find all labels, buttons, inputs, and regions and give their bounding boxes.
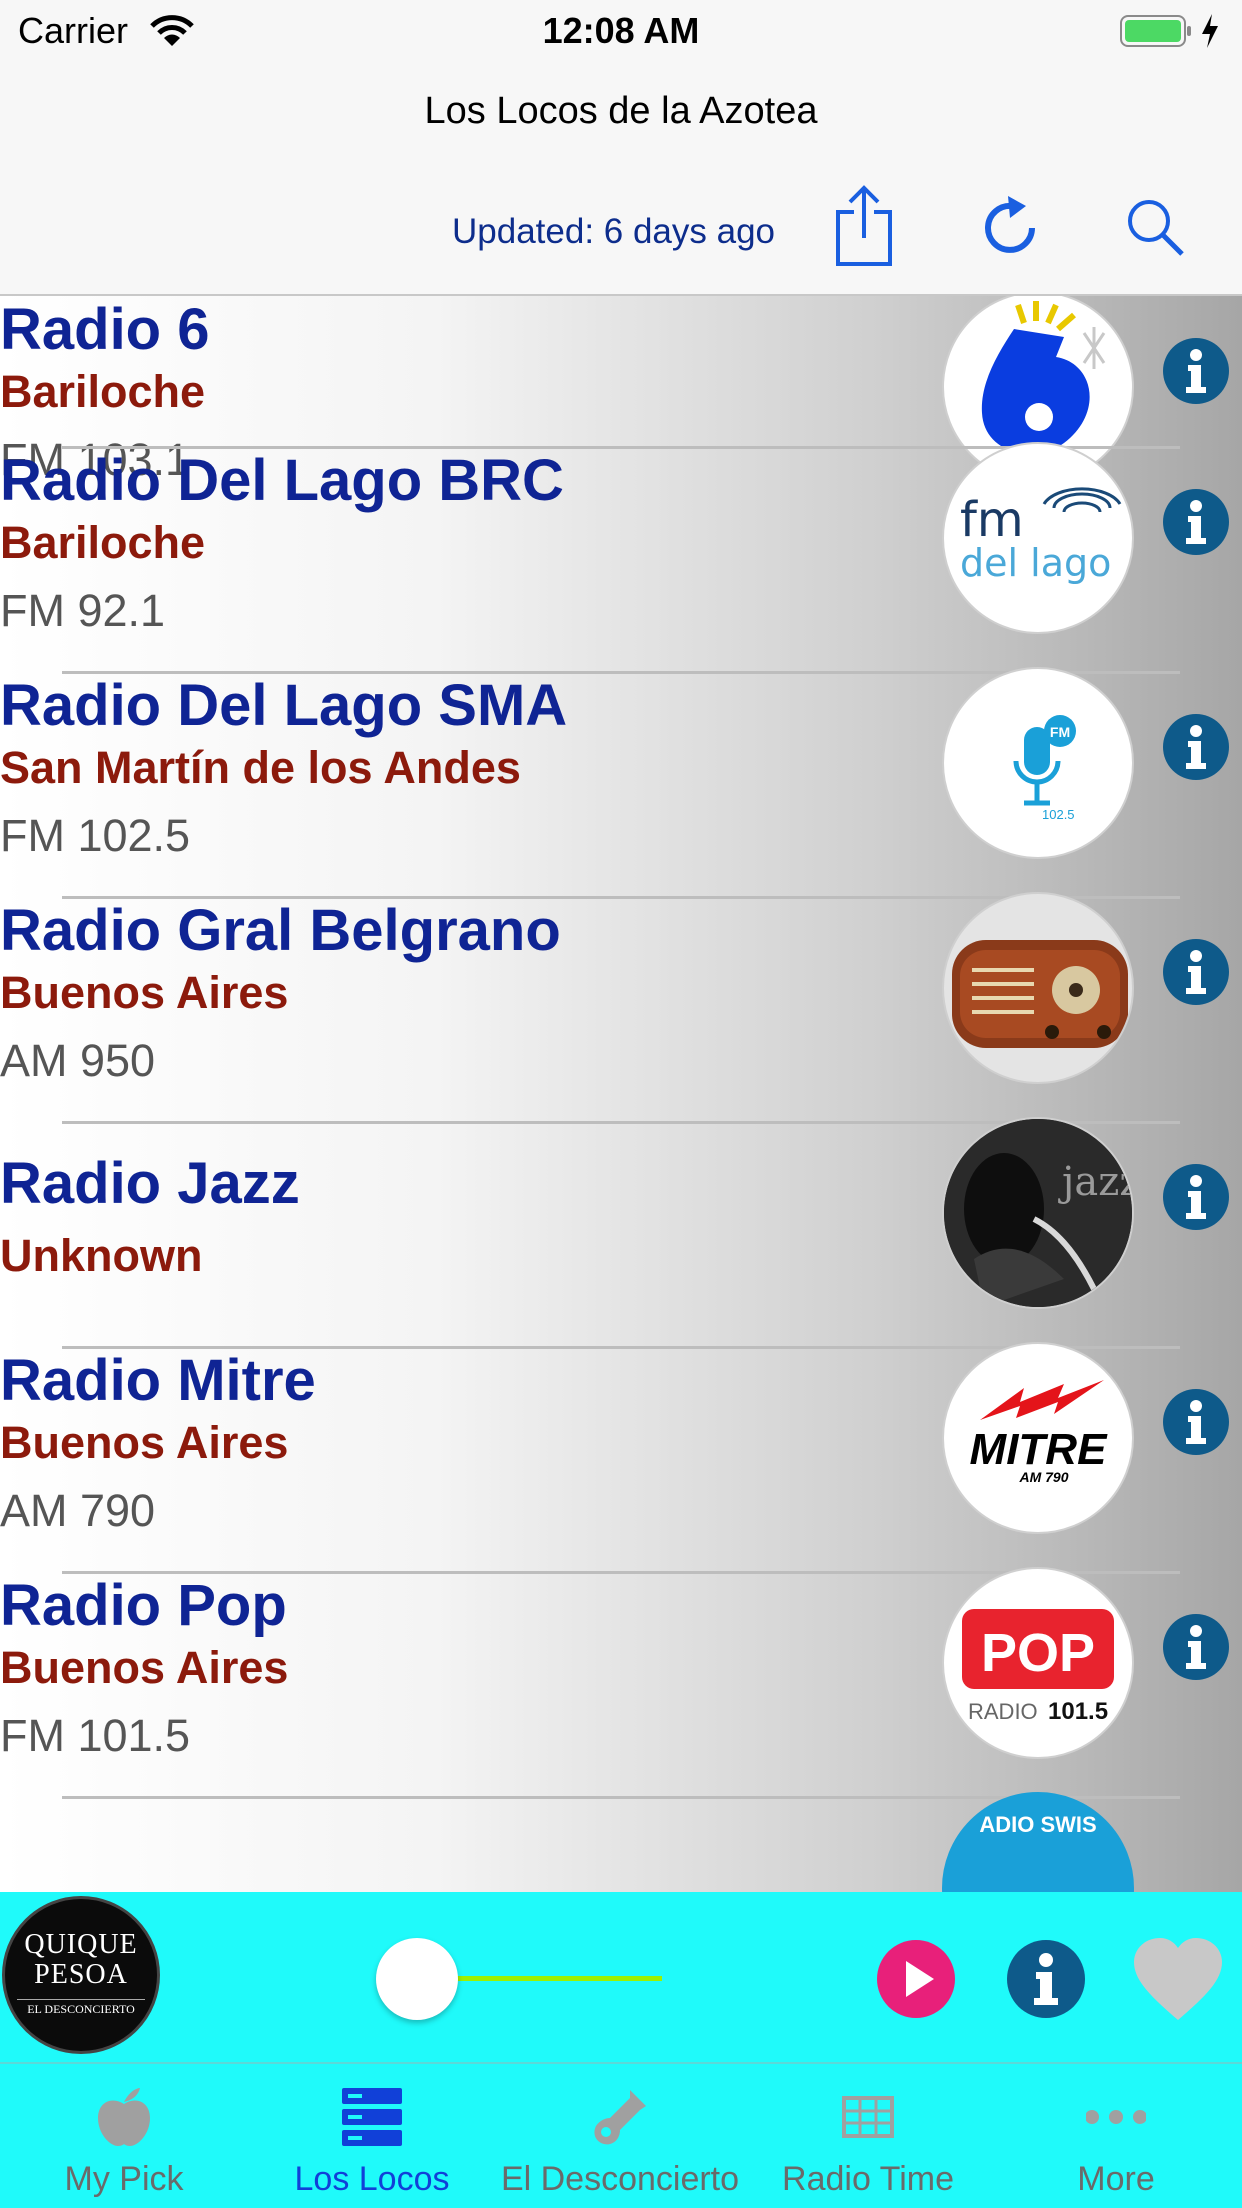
album-art-line1: QUIQUE	[24, 1929, 138, 1960]
station-row[interactable]: Radio Del Lago BRC Bariloche FM 92.1 fm …	[0, 442, 1242, 674]
play-icon[interactable]	[876, 1939, 956, 2019]
tab-bar: My Pick Los Locos El Desconcierto Radio …	[0, 2064, 1242, 2208]
station-name: Radio Pop	[0, 1573, 287, 1638]
station-location: Buenos Aires	[0, 1642, 289, 1693]
info-icon[interactable]	[1162, 1388, 1230, 1456]
tab-my-pick[interactable]: My Pick	[0, 2064, 248, 2208]
logo-mitre-text: MITRE	[970, 1425, 1109, 1474]
station-location: Unknown	[0, 1230, 203, 1281]
tab-los-locos[interactable]: Los Locos	[248, 2064, 496, 2208]
station-name: Radio Jazz	[0, 1151, 300, 1216]
info-icon[interactable]	[1162, 488, 1230, 556]
station-logo: jazz	[942, 1117, 1134, 1309]
tab-more[interactable]: More	[992, 2064, 1240, 2208]
pop-logo-icon: POP RADIO 101.5	[962, 1609, 1114, 1725]
tab-el-desconcierto[interactable]: El Desconcierto	[496, 2064, 744, 2208]
logo-pop-freq-text: 101.5	[1048, 1698, 1108, 1725]
station-logo: fm del lago	[942, 442, 1134, 634]
station-name: Radio Gral Belgrano	[0, 898, 561, 963]
logo-freq-text: 102.5	[1042, 807, 1075, 822]
station-frequency: FM 102.5	[0, 810, 191, 861]
jazz-logo-icon: jazz	[944, 1119, 1132, 1307]
more-dots-icon	[1086, 2110, 1146, 2124]
tab-label: My Pick	[64, 2160, 184, 2198]
apple-icon	[98, 2088, 150, 2146]
info-icon[interactable]	[1162, 713, 1230, 781]
updated-label: Updated: 6 days ago	[452, 212, 776, 251]
info-icon[interactable]	[1162, 1163, 1230, 1231]
microphone-fm-logo-icon: FM 102.5	[1013, 715, 1076, 822]
fm-del-lago-logo-icon: fm del lago	[960, 487, 1122, 585]
station-frequency: AM 950	[0, 1035, 156, 1086]
station-frequency: FM 92.1	[0, 585, 166, 636]
clock: 12:08 AM	[542, 10, 700, 51]
share-icon[interactable]	[834, 184, 894, 268]
station-location: Bariloche	[0, 366, 206, 417]
station-row[interactable]: Radio Jazz Unknown jazz	[0, 1117, 1242, 1349]
battery-icon	[1120, 15, 1191, 47]
station-logo: FM 102.5	[942, 667, 1134, 859]
station-name: Radio Del Lago SMA	[0, 673, 568, 738]
album-art[interactable]: QUIQUE PESOA EL DESCONCIERTO	[2, 1896, 160, 2054]
station-frequency: AM 790	[0, 1485, 156, 1536]
station-list[interactable]: Radio 6 Bariloche FM 103.1 Radio Del Lag…	[0, 296, 1242, 1892]
page-title: Los Locos de la Azotea	[424, 90, 818, 132]
vintage-radio-logo-icon	[952, 940, 1128, 1048]
tab-label: Radio Time	[782, 2160, 954, 2198]
station-row[interactable]: Radio Gral Belgrano Buenos Aires AM 950	[0, 892, 1242, 1124]
refresh-icon[interactable]	[980, 194, 1044, 262]
radio-swiss-logo-icon: ADIO SWIS	[979, 1812, 1096, 1837]
station-name: Radio 6	[0, 297, 210, 362]
station-location: Bariloche	[0, 517, 206, 568]
charging-bolt-icon	[1202, 14, 1218, 48]
grid-table-icon	[842, 2096, 894, 2138]
guitar-icon	[594, 2090, 646, 2145]
logo-pop-radio-text: RADIO	[968, 1699, 1038, 1724]
logo-pop-text: POP	[981, 1623, 1095, 1683]
server-stack-icon	[342, 2088, 402, 2146]
info-icon[interactable]	[1006, 1939, 1086, 2019]
album-art-line2: PESOA	[34, 1959, 128, 1990]
search-icon[interactable]	[1124, 196, 1186, 258]
station-row-partial[interactable]: ADIO SWIS	[0, 1792, 1242, 1892]
info-icon[interactable]	[1162, 337, 1230, 405]
station-row[interactable]: Radio Pop Buenos Aires FM 101.5 POP RADI…	[0, 1567, 1242, 1799]
station-logo	[942, 892, 1134, 1084]
tab-label: More	[1077, 2160, 1155, 2198]
logo-jazz-text: jazz	[1058, 1159, 1132, 1205]
station-location: San Martín de los Andes	[0, 742, 521, 793]
station-row[interactable]: Radio Mitre Buenos Aires AM 790 MITRE AM…	[0, 1342, 1242, 1574]
logo-fm-badge-text: FM	[1050, 724, 1070, 740]
station-name: Radio Del Lago BRC	[0, 448, 564, 513]
tab-label: Los Locos	[294, 2160, 450, 2198]
station-frequency: FM 101.5	[0, 1710, 191, 1761]
logo-del-lago-text: del lago	[960, 541, 1111, 585]
station-logo: POP RADIO 101.5	[942, 1567, 1134, 1759]
navigation-bar: Los Locos de la Azotea Updated: 6 days a…	[0, 60, 1242, 296]
info-icon[interactable]	[1162, 1613, 1230, 1681]
logo-fm-text: fm	[960, 492, 1024, 548]
info-icon[interactable]	[1162, 938, 1230, 1006]
volume-slider-thumb[interactable]	[376, 1938, 459, 2020]
tab-label: El Desconcierto	[500, 2160, 740, 2198]
album-art-line3: EL DESCONCIERTO	[17, 1999, 145, 2017]
station-row[interactable]: Radio Del Lago SMA San Martín de los And…	[0, 667, 1242, 899]
station-name: Radio Mitre	[0, 1348, 316, 1413]
mitre-logo-icon: MITRE AM 790	[970, 1380, 1109, 1485]
tab-radio-time[interactable]: Radio Time	[744, 2064, 992, 2208]
station-location: Buenos Aires	[0, 1417, 289, 1468]
station-location: Buenos Aires	[0, 967, 289, 1018]
logo-mitre-am-text: AM 790	[1018, 1469, 1068, 1485]
station-logo: ADIO SWIS	[942, 1792, 1134, 1892]
favorite-heart-icon[interactable]	[1130, 1936, 1226, 2022]
logo-swiss-text: ADIO SWIS	[979, 1812, 1096, 1837]
station-row[interactable]: Radio 6 Bariloche FM 103.1	[0, 296, 1242, 485]
status-bar: Carrier 12:08 AM	[0, 0, 1242, 60]
mini-player: QUIQUE PESOA EL DESCONCIERTO	[0, 1892, 1242, 2064]
station-logo: MITRE AM 790	[942, 1342, 1134, 1534]
